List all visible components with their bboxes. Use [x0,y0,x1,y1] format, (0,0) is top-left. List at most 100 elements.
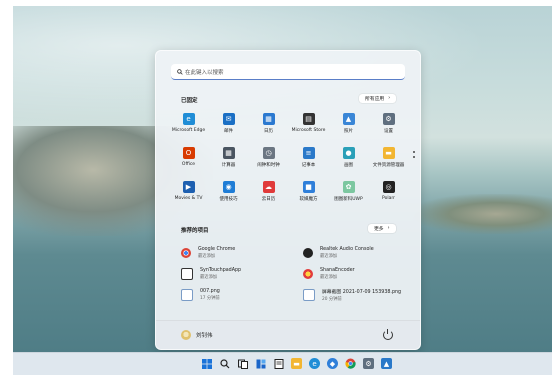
recommended-item-time: 最近添加 [320,275,338,280]
calculator-icon: ▦ [222,147,235,159]
touchpad-icon [181,268,193,280]
store-icon: ▤ [302,113,315,125]
gear-taskbar-icon[interactable]: ⚙ [363,358,374,369]
pinned-app-label: 照片 [344,129,353,134]
recommended-item-name: 屏幕截图 2021-07-09 153938.png [322,290,402,295]
pinned-app-label: 使用技巧 [219,197,238,202]
app-taskbar-icon[interactable]: ◆ [327,358,338,369]
pinned-app-label: 云日历 [261,197,276,202]
user-account-button[interactable]: 刘钊伟 [181,330,213,340]
pinned-app[interactable]: ◉ 使用技巧 [208,181,249,211]
notepad-icon: ≡ [302,147,315,159]
start-button-windows-icon[interactable] [201,358,212,369]
recommended-item-name: SynTouchpadApp [200,268,242,273]
tips-icon: ◉ [222,181,235,193]
mail-icon: ✉ [222,113,235,125]
clock-icon: ◷ [262,147,275,159]
recommended-item-time: 最近添加 [198,254,216,259]
pinned-app[interactable]: ✉ 邮件 [208,113,249,143]
recommended-item[interactable]: 屏幕截图 2021-07-09 153938.png 20 分钟前 [303,286,413,304]
cloud-calendar-icon: ☁ [262,181,275,193]
pinned-app-label: 文件资源管理器 [372,163,405,168]
search-icon [174,68,185,75]
pinned-app-label: Movies & TV [174,196,203,201]
pinned-app[interactable]: e Microsoft Edge [168,113,209,143]
pinned-app[interactable]: ✿ 图图新科UWP [328,181,369,211]
pinned-app[interactable]: ▤ Microsoft Store [288,113,329,143]
polarr-icon: ◎ [382,181,395,193]
pinned-app-label: 设置 [384,129,393,134]
pinned-app-label: 计算器 [221,163,236,168]
recommended-item[interactable]: 007.png 17 分钟前 [181,286,291,304]
pinned-app-label: 日历 [264,129,273,134]
search-placeholder: 在此键入以搜索 [185,69,224,76]
page-dots[interactable] [413,151,415,158]
start-footer: 刘钊伟 [156,320,420,349]
pinned-app[interactable]: ▶ Movies & TV [168,181,209,211]
chevron-right-icon: › [387,226,390,231]
avatar [181,330,191,340]
edge-icon: e [182,113,195,125]
office-icon: O [182,147,195,159]
start-menu: 在此键入以搜索 已固定 所有应用 › e Microsoft Edge ✉ 邮件 ▦ 日历… [155,50,421,350]
user-name: 刘钊伟 [196,333,213,339]
shana-icon [303,269,313,279]
pinned-app-label: Microsoft Edge [171,128,206,133]
calendar-icon: ▦ [262,113,275,125]
edge-taskbar-icon[interactable]: e [309,358,320,369]
pinned-app[interactable]: ◎ Polarr [368,181,409,211]
pinned-app[interactable]: O Office [168,147,209,177]
chevron-right-icon: › [388,96,391,101]
recommended-item-name: Google Chrome [198,247,236,252]
pinned-app[interactable]: ◷ 闹钟和时钟 [248,147,289,177]
pinned-app[interactable]: ▬ 文件资源管理器 [368,147,409,177]
image-file-icon [181,289,193,301]
pinned-app[interactable]: ▦ 日历 [248,113,289,143]
recommended-item-name: 007.png [200,289,220,294]
image-file-icon [303,289,315,301]
pinned-app-label: Polarr [382,196,395,201]
recommended-item-time: 20 分钟前 [322,297,342,302]
pinned-app-label: 软媒魔方 [299,197,318,202]
pinned-app-label: 画图 [344,163,353,168]
pinned-app[interactable]: ⚙ 设置 [368,113,409,143]
widgets-icon[interactable] [255,358,266,369]
folder-taskbar-icon[interactable]: ▬ [291,358,302,369]
photos-taskbar-icon[interactable]: ▲ [381,358,392,369]
pinned-app[interactable]: ■ 软媒魔方 [288,181,329,211]
task-view-icon[interactable] [237,358,248,369]
taskbar-search-icon[interactable] [219,358,230,369]
pinned-app[interactable]: ≡ 记事本 [288,147,329,177]
recommended-item[interactable]: ShanaEncoder 最近添加 [303,265,413,283]
all-apps-button[interactable]: 所有应用 › [359,94,397,103]
chrome-icon [181,248,191,258]
recommended-item[interactable]: SynTouchpadApp 最近添加 [181,265,291,283]
recommended-item-time: 17 分钟前 [200,296,220,301]
taskbar: ▬ e ◆ ⚙ ▲ [13,352,552,375]
recommended-item[interactable]: Google Chrome 最近添加 [181,244,291,262]
pinned-app[interactable]: ▲ 照片 [328,113,369,143]
folder-icon: ▬ [382,147,395,159]
pinned-app-label: 记事本 [301,163,316,168]
movies-icon: ▶ [182,181,195,193]
pinned-app-label: Microsoft Store [291,128,326,133]
recommended-item-name: Realtek Audio Console [320,247,374,252]
search-box[interactable]: 在此键入以搜索 [171,64,405,80]
notepad-taskbar-icon[interactable] [273,358,284,369]
pinned-app-label: 闹钟和时钟 [257,163,280,168]
paint-icon: ● [342,147,355,159]
pinned-app-label: 邮件 [224,129,233,134]
pinned-title: 已固定 [181,98,198,104]
pinned-app-label: 图图新科UWP [334,197,363,202]
chrome-taskbar-icon[interactable] [345,358,356,369]
more-button[interactable]: 更多 › [368,224,396,233]
recommended-item-time: 最近添加 [320,254,338,259]
pinned-app[interactable]: ▦ 计算器 [208,147,249,177]
anime-app-icon: ✿ [342,181,355,193]
pinned-app[interactable]: ● 画图 [328,147,369,177]
power-icon[interactable] [383,329,393,340]
recommended-item-time: 最近添加 [200,275,218,280]
recommended-item[interactable]: Realtek Audio Console 最近添加 [303,244,413,262]
pinned-app[interactable]: ☁ 云日历 [248,181,289,211]
gear-icon: ⚙ [382,113,395,125]
